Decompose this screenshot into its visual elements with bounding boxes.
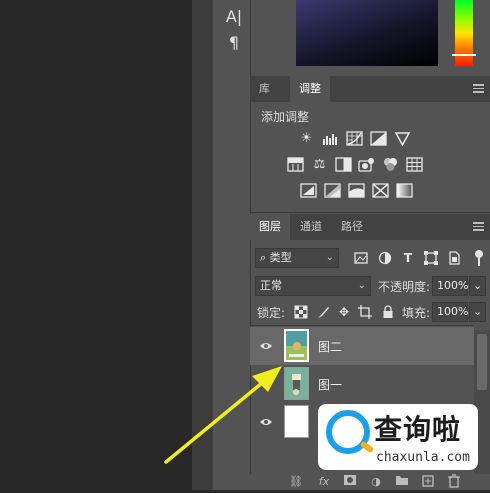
watermark-logo-tail [359, 440, 375, 454]
watermark-subtitle: chaxunla.com [376, 450, 470, 465]
watermark-title: 查询啦 [374, 413, 462, 446]
watermark-badge: 查询啦 chaxunla.com [318, 404, 478, 470]
